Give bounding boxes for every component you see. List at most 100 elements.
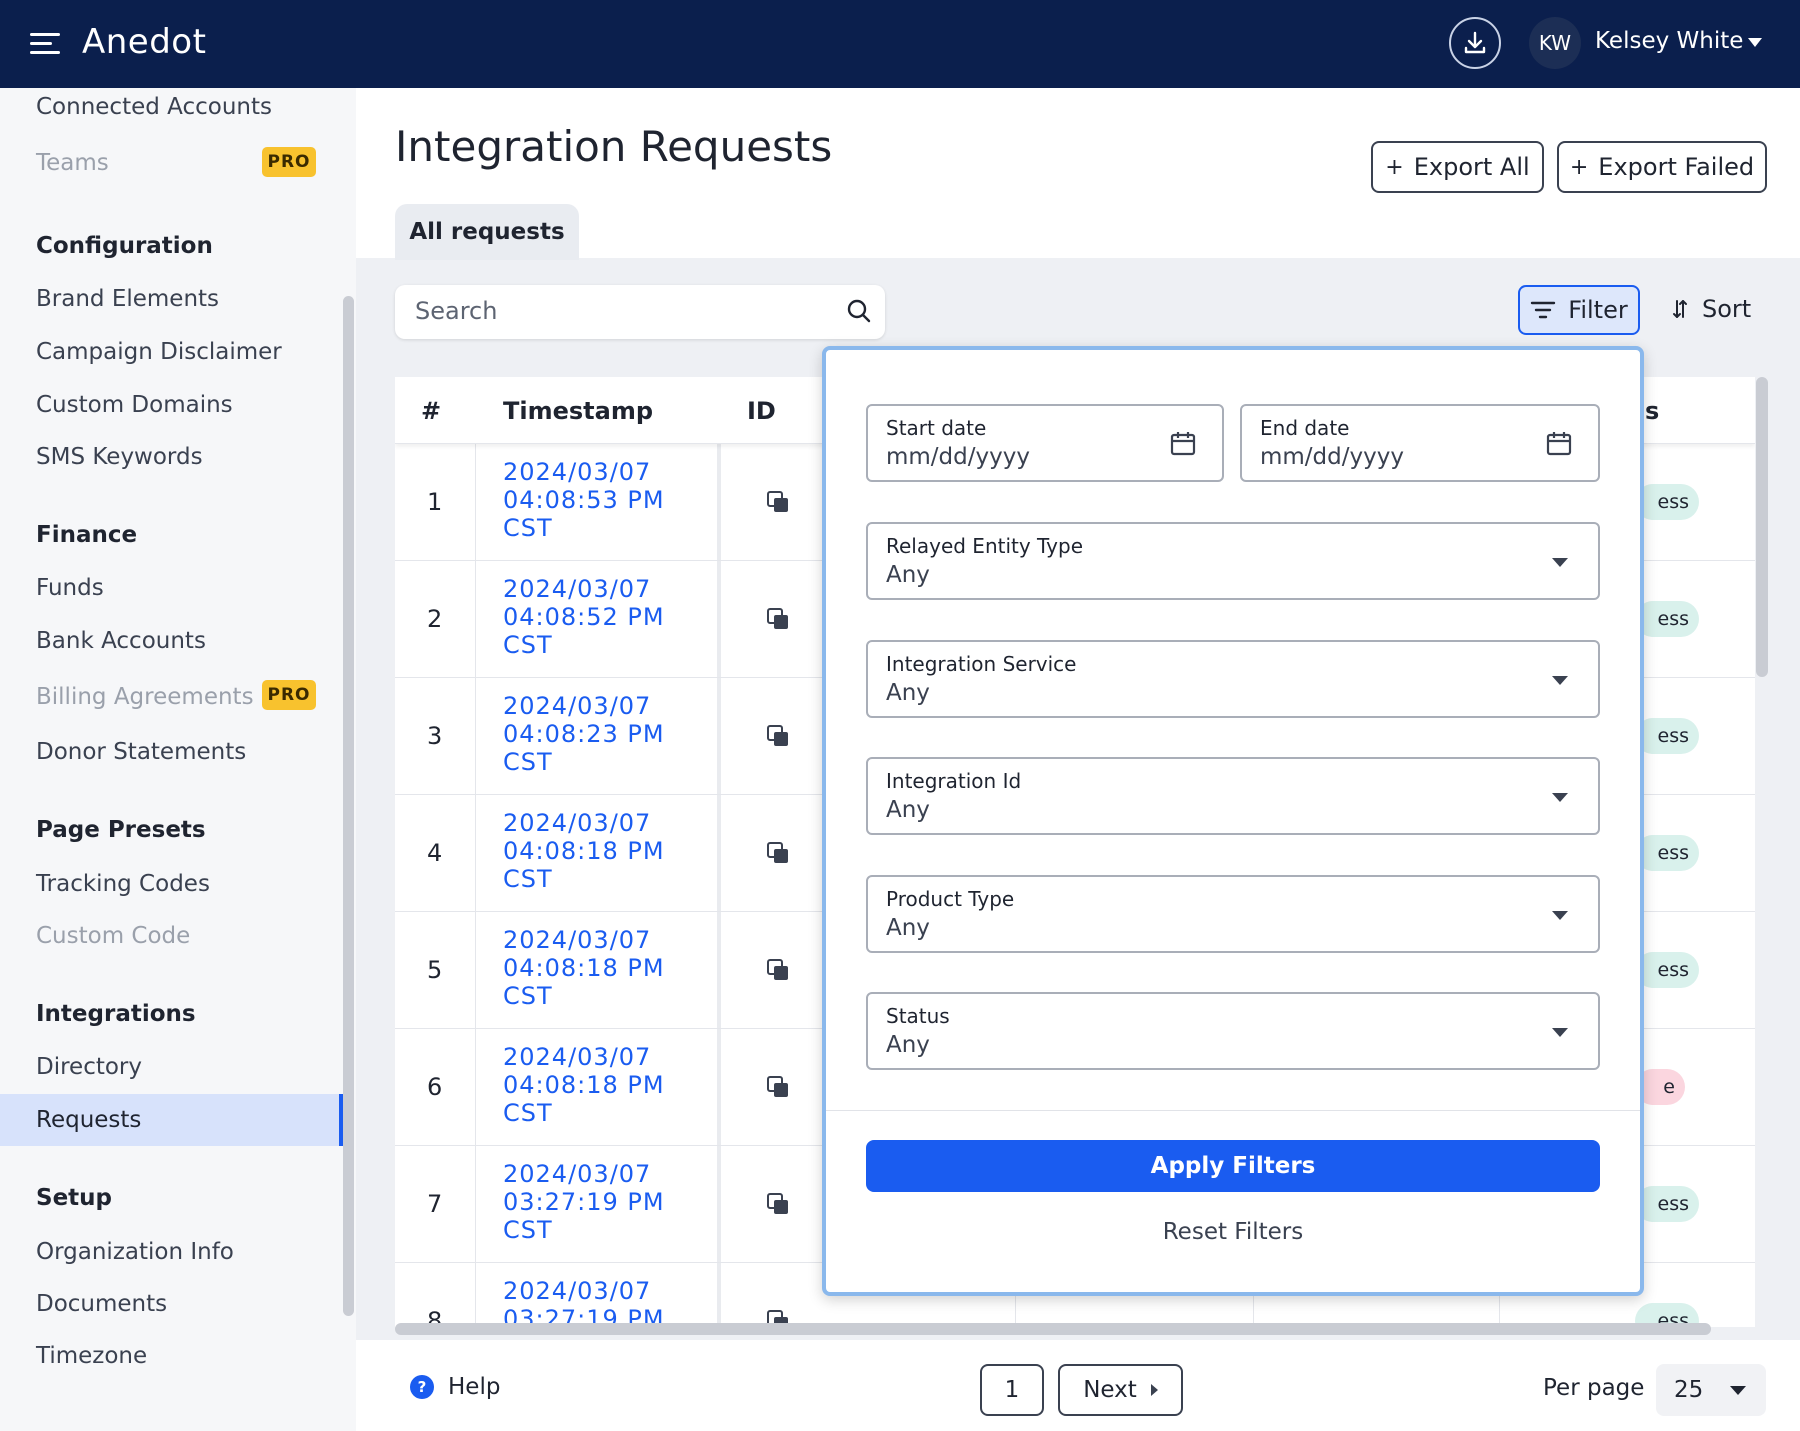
sidebar-item-directory[interactable]: Directory xyxy=(36,1054,142,1080)
sidebar-item-tracking-codes[interactable]: Tracking Codes xyxy=(36,871,210,897)
sidebar-item-bank-accounts[interactable]: Bank Accounts xyxy=(36,628,206,654)
copy-icon[interactable] xyxy=(765,723,791,749)
timestamp-link[interactable]: 2024/03/07 04:08:18 PM CST xyxy=(503,1043,665,1127)
sidebar-item-requests[interactable]: Requests xyxy=(36,1107,141,1133)
sidebar-item-custom-code[interactable]: Custom Code xyxy=(36,923,190,949)
sidebar: Connected Accounts Teams PRO Configurati… xyxy=(0,88,356,1431)
copy-icon[interactable] xyxy=(765,840,791,866)
status-badge: ess xyxy=(1635,718,1699,754)
header-id[interactable]: ID xyxy=(747,397,776,425)
timestamp-link[interactable]: 2024/03/07 04:08:52 PM CST xyxy=(503,575,665,659)
integration-service-select[interactable]: Integration Service Any xyxy=(866,640,1600,718)
start-date-label: Start date xyxy=(886,416,987,440)
sidebar-item-documents[interactable]: Documents xyxy=(36,1291,167,1317)
relayed-entity-type-value: Any xyxy=(886,562,930,588)
start-date-field[interactable]: Start date mm/dd/yyyy xyxy=(866,404,1224,482)
sidebar-item-connected-accounts[interactable]: Connected Accounts xyxy=(36,94,272,120)
sidebar-item-teams[interactable]: Teams xyxy=(36,150,109,176)
copy-icon[interactable] xyxy=(765,489,791,515)
row-number: 1 xyxy=(427,488,443,516)
apply-filters-button[interactable]: Apply Filters xyxy=(866,1140,1600,1192)
search-icon[interactable] xyxy=(845,297,873,325)
table-vertical-scrollbar[interactable] xyxy=(1756,377,1768,677)
product-type-select[interactable]: Product Type Any xyxy=(866,875,1600,953)
end-date-label: End date xyxy=(1260,416,1350,440)
timestamp-tz: CST xyxy=(503,1216,553,1244)
timestamp-link[interactable]: 2024/03/07 04:08:53 PM CST xyxy=(503,458,665,542)
timestamp-link[interactable]: 2024/03/0703:27:19 PMCST xyxy=(503,1277,665,1327)
chevron-down-icon xyxy=(1552,911,1568,920)
product-type-label: Product Type xyxy=(886,887,1015,911)
copy-icon[interactable] xyxy=(765,957,791,983)
integration-id-label: Integration Id xyxy=(886,769,1022,793)
sidebar-item-donor-statements[interactable]: Donor Statements xyxy=(36,739,246,765)
timestamp-link[interactable]: 2024/03/07 04:08:23 PM CST xyxy=(503,692,665,776)
timestamp-tz: CST xyxy=(503,865,553,893)
search-input[interactable]: Search xyxy=(395,285,885,339)
page-number-button[interactable]: 1 xyxy=(980,1364,1044,1416)
pro-badge: PRO xyxy=(262,680,316,710)
timestamp-tz: CST xyxy=(503,514,553,542)
filter-icon xyxy=(1531,301,1556,319)
sidebar-item-sms-keywords[interactable]: SMS Keywords xyxy=(36,444,203,470)
sort-icon xyxy=(1673,300,1687,318)
status-value: Any xyxy=(886,1032,930,1058)
header-status[interactable]: s xyxy=(1645,397,1659,425)
tab-all-requests[interactable]: All requests xyxy=(395,204,579,260)
next-label: Next xyxy=(1083,1377,1137,1403)
calendar-icon[interactable] xyxy=(1170,430,1196,456)
download-button[interactable] xyxy=(1449,17,1501,69)
filter-label: Filter xyxy=(1568,296,1628,324)
sidebar-item-organization-info[interactable]: Organization Info xyxy=(36,1239,234,1265)
per-page-select[interactable]: 25 xyxy=(1656,1364,1766,1416)
integration-id-select[interactable]: Integration Id Any xyxy=(866,757,1600,835)
sort-button[interactable]: Sort xyxy=(1670,295,1751,323)
table-horizontal-scrollbar[interactable] xyxy=(395,1323,1711,1335)
status-select[interactable]: Status Any xyxy=(866,992,1600,1070)
sidebar-item-campaign-disclaimer[interactable]: Campaign Disclaimer xyxy=(36,339,282,365)
sidebar-heading-setup: Setup xyxy=(36,1185,112,1211)
copy-icon[interactable] xyxy=(765,606,791,632)
chevron-down-icon xyxy=(1552,676,1568,685)
timestamp-date: 2024/03/07 xyxy=(503,926,652,954)
help-link[interactable]: ? Help xyxy=(410,1374,500,1400)
timestamp-time: 04:08:52 PM xyxy=(503,603,665,631)
reset-filters-button[interactable]: Reset Filters xyxy=(866,1212,1600,1252)
header-number[interactable]: # xyxy=(421,397,441,425)
timestamp-date: 2024/03/07 xyxy=(503,1277,652,1305)
filter-button[interactable]: Filter xyxy=(1518,285,1640,335)
copy-icon[interactable] xyxy=(765,1191,791,1217)
sidebar-item-timezone[interactable]: Timezone xyxy=(36,1343,147,1369)
status-badge: ess xyxy=(1635,952,1699,988)
sidebar-heading-configuration: Configuration xyxy=(36,233,213,259)
row-number: 7 xyxy=(427,1190,443,1218)
sidebar-scrollbar[interactable] xyxy=(343,296,354,1316)
row-number: 2 xyxy=(427,605,443,633)
sidebar-item-billing-agreements[interactable]: Billing Agreements xyxy=(36,684,254,710)
header-timestamp[interactable]: Timestamp xyxy=(503,397,653,425)
timestamp-link[interactable]: 2024/03/07 04:08:18 PM CST xyxy=(503,809,665,893)
timestamp-time: 04:08:18 PM xyxy=(503,1071,665,1099)
relayed-entity-type-select[interactable]: Relayed Entity Type Any xyxy=(866,522,1600,600)
avatar[interactable]: KW xyxy=(1529,17,1581,69)
sidebar-item-brand-elements[interactable]: Brand Elements xyxy=(36,286,219,312)
timestamp-tz: CST xyxy=(503,1099,553,1127)
export-failed-button[interactable]: + Export Failed xyxy=(1557,141,1767,193)
end-date-field[interactable]: End date mm/dd/yyyy xyxy=(1240,404,1600,482)
calendar-icon[interactable] xyxy=(1546,430,1572,456)
timestamp-link[interactable]: 2024/03/07 04:08:18 PM CST xyxy=(503,926,665,1010)
timestamp-link[interactable]: 2024/03/0703:27:19 PMCST xyxy=(503,1160,665,1244)
copy-icon[interactable] xyxy=(765,1074,791,1100)
user-name[interactable]: Kelsey White xyxy=(1595,28,1743,54)
pro-badge: PRO xyxy=(262,147,316,177)
plus-icon: + xyxy=(1385,154,1404,180)
timestamp-time: 04:08:18 PM xyxy=(503,837,665,865)
sidebar-item-funds[interactable]: Funds xyxy=(36,575,104,601)
sidebar-item-custom-domains[interactable]: Custom Domains xyxy=(36,392,233,418)
export-all-button[interactable]: + Export All xyxy=(1371,141,1544,193)
next-page-button[interactable]: Next xyxy=(1058,1364,1183,1416)
chevron-down-icon[interactable] xyxy=(1748,38,1762,47)
chevron-down-icon xyxy=(1552,1028,1568,1037)
brand-logo[interactable]: Anedot xyxy=(82,22,206,62)
menu-icon[interactable] xyxy=(30,33,60,55)
